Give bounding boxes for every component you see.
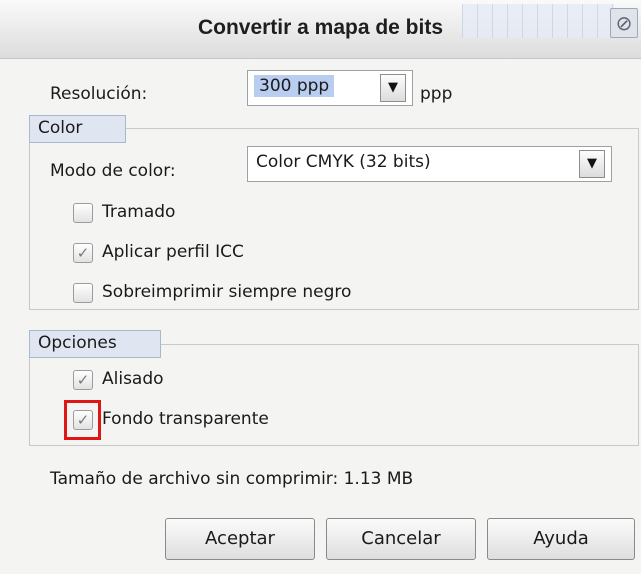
aplicar-perfil-icc-label: Aplicar perfil ICC: [102, 242, 244, 262]
resolution-unit: ppp: [420, 84, 453, 104]
color-mode-select[interactable]: Color CMYK (32 bits) ▼: [247, 146, 612, 182]
color-mode-label: Modo de color:: [50, 161, 176, 181]
sobreimprimir-negro-label: Sobreimprimir siempre negro: [102, 282, 352, 302]
resolution-value: 300 ppp: [254, 75, 335, 97]
options-group: [29, 344, 639, 446]
tramado-label: Tramado: [102, 202, 176, 222]
title-bar-decoration: [462, 4, 614, 38]
aplicar-perfil-icc-checkbox[interactable]: ✓: [73, 243, 93, 263]
alisado-checkbox[interactable]: ✓: [73, 370, 93, 390]
chevron-down-icon[interactable]: ▼: [380, 74, 406, 102]
fondo-transparente-label: Fondo transparente: [102, 409, 269, 429]
resolution-label: Resolución:: [50, 84, 148, 104]
title-bar: Convertir a mapa de bits ⊘: [0, 0, 641, 59]
cancel-button[interactable]: Cancelar: [326, 518, 476, 560]
fondo-transparente-checkbox[interactable]: ✓: [73, 410, 93, 430]
resolution-input[interactable]: 300 ppp ▼: [247, 70, 413, 106]
chevron-down-icon[interactable]: ▼: [579, 150, 605, 178]
help-button[interactable]: Ayuda: [487, 518, 635, 560]
tramado-checkbox[interactable]: [73, 203, 93, 223]
color-group-title: Color: [29, 115, 126, 143]
color-mode-value: Color CMYK (32 bits): [256, 152, 431, 172]
close-icon[interactable]: ⊘: [610, 8, 638, 38]
alisado-label: Alisado: [102, 369, 164, 389]
sobreimprimir-negro-checkbox[interactable]: [73, 283, 93, 303]
options-group-title: Opciones: [29, 330, 161, 358]
file-size-text: Tamaño de archivo sin comprimir: 1.13 MB: [50, 469, 414, 489]
ok-button[interactable]: Aceptar: [165, 518, 315, 560]
